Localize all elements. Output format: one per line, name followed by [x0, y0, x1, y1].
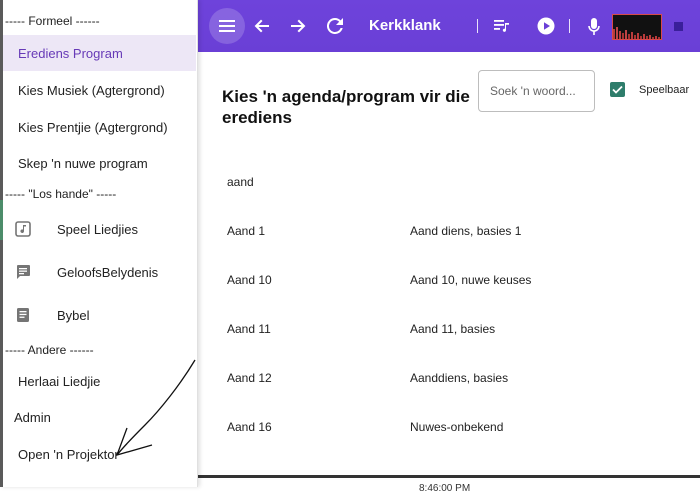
play-circle-icon: [537, 17, 555, 35]
program-description: Nuwes-onbekend: [410, 420, 504, 434]
program-description: Aand 11, basies: [410, 322, 496, 336]
music-note-icon: [15, 221, 31, 237]
play-button[interactable]: [532, 12, 560, 40]
hamburger-icon: [219, 20, 235, 32]
table-row[interactable]: Aand 12 Aanddiens, basies: [197, 371, 700, 393]
sidebar-item-speel-liedjies[interactable]: Speel Liedjies: [0, 211, 196, 247]
toolbar-divider: [569, 19, 570, 33]
app-bar: Kerkklank: [197, 0, 700, 52]
playable-label: Speelbaar: [639, 84, 690, 96]
audio-level-meter: [612, 14, 662, 40]
main-content: Kies 'n agenda/program vir die erediens …: [197, 52, 700, 494]
checkmark-icon: [612, 85, 623, 94]
app-title: Kerkklank: [369, 17, 441, 34]
sidebar-item-label: Skep 'n nuwe program: [18, 155, 148, 171]
sidebar-item-label: Speel Liedjies: [57, 221, 138, 237]
program-name: Aand 10: [227, 273, 272, 287]
sidebar-item-erediens-program[interactable]: Erediens Program: [0, 35, 196, 71]
microphone-button[interactable]: [580, 12, 608, 40]
arrow-right-icon: [291, 19, 306, 33]
table-row[interactable]: Aand 10 Aand 10, nuwe keuses: [197, 273, 700, 295]
program-description: Aand 10, nuwe keuses: [410, 273, 532, 287]
table-row[interactable]: Aand 16 Nuwes-onbekend: [197, 420, 700, 442]
section-header-andere: ----- Andere ------: [5, 343, 94, 357]
clock-text: 8:46:00 PM: [419, 483, 471, 494]
sidebar-item-label: Kies Musiek (Agtergrond): [18, 82, 165, 98]
table-row[interactable]: aand: [197, 175, 700, 197]
table-row[interactable]: Aand 1 Aand diens, basies 1: [197, 224, 700, 246]
section-header-los-hande: ----- "Los hande" -----: [5, 187, 117, 201]
window-edge-strip: [0, 0, 3, 487]
program-description: Aanddiens, basies: [410, 371, 509, 385]
sidebar-item-geloofsbelydenis[interactable]: GeloofsBelydenis: [0, 254, 196, 290]
section-header-formeel: ----- Formeel ------: [5, 14, 100, 28]
edge-accent: [0, 200, 3, 240]
sidebar-item-kies-prentjie[interactable]: Kies Prentjie (Agtergrond): [0, 109, 196, 145]
playlist-icon: [494, 20, 509, 32]
book-icon: [15, 307, 31, 323]
sidebar-item-label: Erediens Program: [18, 45, 123, 61]
program-description: Aand diens, basies 1: [410, 224, 522, 238]
sidebar-item-label: GeloofsBelydenis: [57, 264, 159, 280]
program-name: Aand 11: [227, 322, 271, 336]
sidebar-item-herlaai-liedjie[interactable]: Herlaai Liedjie: [0, 363, 196, 399]
sidebar-item-kies-musiek[interactable]: Kies Musiek (Agtergrond): [0, 72, 196, 108]
forward-button[interactable]: [284, 12, 312, 40]
refresh-icon: [327, 18, 343, 34]
table-row[interactable]: Aand 11 Aand 11, basies: [197, 322, 700, 344]
sidebar-item-label: Kies Prentjie (Agtergrond): [18, 119, 168, 135]
audio-waveform-icon: [613, 27, 660, 39]
menu-button[interactable]: [209, 8, 245, 44]
playlist-button[interactable]: [488, 12, 516, 40]
refresh-button[interactable]: [321, 12, 349, 40]
back-button[interactable]: [248, 12, 276, 40]
creed-list-icon: [15, 264, 31, 280]
program-name: aand: [227, 175, 254, 189]
playable-checkbox[interactable]: [610, 82, 625, 97]
program-name: Aand 16: [227, 420, 272, 434]
microphone-icon: [588, 17, 600, 35]
sidebar-item-admin[interactable]: Admin: [0, 399, 196, 435]
search-field[interactable]: [478, 70, 595, 112]
sidebar-item-label: Bybel: [57, 307, 90, 323]
arrow-left-icon: [254, 19, 269, 33]
search-input[interactable]: [479, 71, 594, 111]
toolbar-divider: [477, 19, 478, 33]
sidebar-item-open-projektor[interactable]: Open 'n Projektor: [0, 436, 196, 472]
stop-button[interactable]: [674, 22, 683, 31]
sidebar-item-label: Admin: [14, 409, 51, 425]
sidebar-item-bybel[interactable]: Bybel: [0, 297, 196, 333]
program-name: Aand 1: [227, 224, 266, 238]
sidebar-item-label: Open 'n Projektor: [18, 446, 119, 462]
bottom-bar-divider: [197, 475, 700, 478]
sidebar: ----- Formeel ------ Erediens Program Ki…: [0, 0, 198, 487]
page-title: Kies 'n agenda/program vir die erediens: [222, 87, 470, 127]
sidebar-item-skep-program[interactable]: Skep 'n nuwe program: [0, 145, 196, 181]
program-name: Aand 12: [227, 371, 272, 385]
sidebar-item-label: Herlaai Liedjie: [18, 373, 101, 389]
